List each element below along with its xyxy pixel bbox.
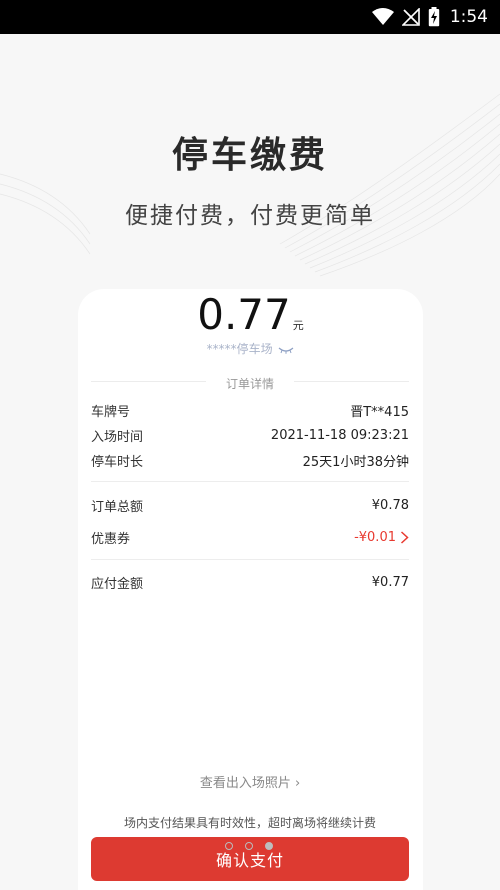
status-bar: 1:54	[0, 0, 500, 34]
section-title: 订单详情	[225, 377, 274, 391]
page-dot	[225, 842, 233, 850]
detail-value: 晋T**415	[350, 405, 409, 420]
order-total-value: ¥0.78	[371, 498, 409, 513]
parking-name: *****停车场	[206, 342, 273, 356]
detail-value: 2021-11-18 09:23:21	[270, 428, 409, 443]
detail-label: 车牌号	[91, 405, 131, 420]
no-signal-icon	[401, 8, 420, 26]
detail-label: 入场时间	[91, 430, 144, 445]
eye-closed-icon[interactable]	[278, 346, 294, 354]
page-subtitle: 便捷付费，付费更简单	[125, 203, 375, 229]
status-icons: 1:54	[371, 0, 488, 34]
amount-value: 0.77	[197, 290, 291, 339]
divider	[91, 559, 409, 560]
parking-name-row[interactable]: *****停车场	[78, 340, 423, 357]
divider	[91, 481, 409, 482]
payment-notice: 场内支付结果具有时效性，超时离场将继续计费	[123, 816, 376, 830]
view-photos-link[interactable]: 查看出入场照片 ›	[0, 772, 500, 791]
coupon-row[interactable]: 优惠券 -¥0.01	[91, 528, 409, 547]
page-title: 停车缴费	[171, 135, 328, 176]
detail-row-duration: 停车时长 25天1小时38分钟	[91, 451, 409, 470]
wifi-icon	[371, 8, 394, 25]
payable-row: 应付金额 ¥0.77	[91, 573, 409, 592]
amount-unit: 元	[292, 319, 304, 332]
chevron-right-icon	[400, 531, 409, 544]
section-divider-right	[294, 381, 409, 382]
payable-label: 应付金额	[91, 577, 144, 592]
page-dot	[245, 842, 253, 850]
payable-value: ¥0.77	[371, 575, 409, 590]
page-indicator	[225, 840, 285, 852]
order-total-label: 订单总额	[91, 500, 144, 515]
amount-display: 0.77 元	[78, 290, 423, 339]
status-time: 1:54	[449, 7, 488, 27]
detail-row-plate: 车牌号 晋T**415	[91, 401, 409, 420]
coupon-label: 优惠券	[91, 532, 131, 547]
detail-row-entry-time: 入场时间 2021-11-18 09:23:21	[91, 426, 409, 445]
page-dot-active	[265, 842, 273, 850]
detail-label: 停车时长	[91, 455, 144, 470]
order-total-row: 订单总额 ¥0.78	[91, 496, 409, 515]
coupon-value: -¥0.01	[354, 530, 396, 545]
detail-value: 25天1小时38分钟	[302, 455, 409, 470]
battery-charging-icon	[428, 7, 440, 27]
coupon-value-group[interactable]: -¥0.01	[354, 530, 409, 545]
